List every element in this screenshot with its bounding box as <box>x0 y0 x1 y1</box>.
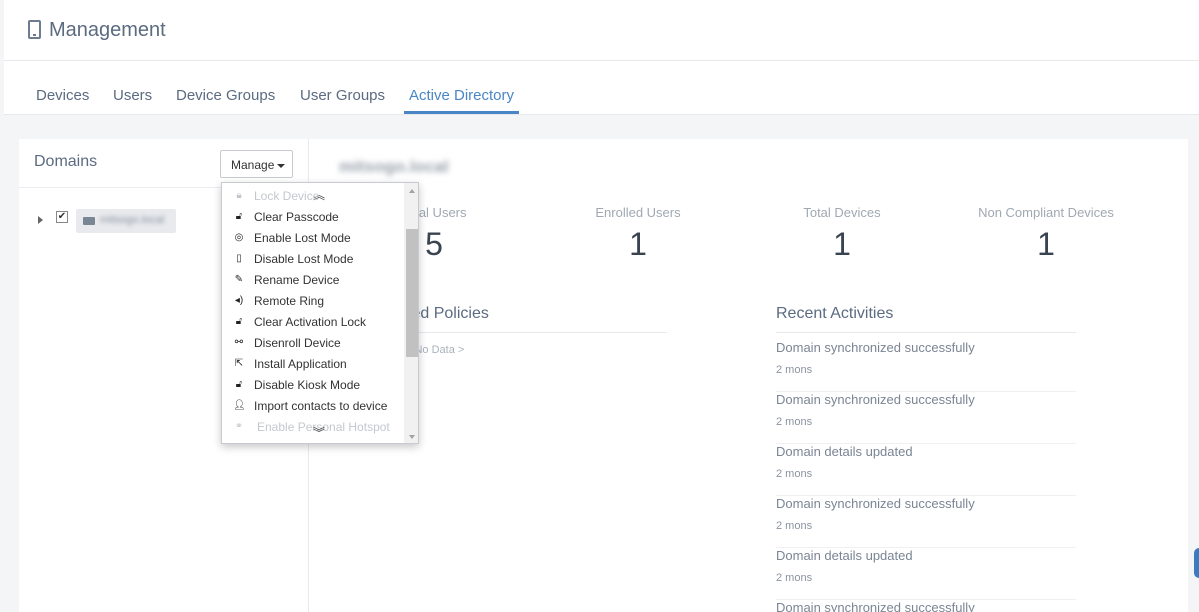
speaker-icon: ◂) <box>234 295 244 306</box>
lock-icon: 🔒︎ <box>236 190 242 201</box>
stat-value: 1 <box>1037 226 1055 262</box>
caret-down-icon <box>277 163 286 168</box>
tab-users[interactable]: Users <box>113 87 152 112</box>
stat-value: 1 <box>629 226 647 262</box>
stat-enrolled-users: Enrolled Users 1 <box>583 205 693 263</box>
share-icon: ⇱ <box>234 358 244 369</box>
menu-item-label: Disable Lost Mode <box>254 252 354 266</box>
menu-item-label: Remote Ring <box>254 294 325 308</box>
tab-bar: Devices Users Device Groups User Groups … <box>4 61 1199 115</box>
tab-active-directory[interactable]: Active Directory <box>404 87 520 114</box>
activity-time: 2 mons <box>776 416 813 428</box>
manage-button-label: Manage <box>231 158 275 172</box>
unlock-icon: 🔓︎ <box>235 316 243 327</box>
tab-user-groups[interactable]: User Groups <box>300 87 385 112</box>
menu-item-label: Clear Activation Lock <box>254 315 367 329</box>
activity-item: Domain synchronized successfully 2 mons <box>776 392 1076 444</box>
open-lock-icon: 🔓︎ <box>235 379 243 390</box>
activity-text: Domain details updated <box>776 548 913 563</box>
menu-item-rename-device[interactable]: ✎ Rename Device <box>222 270 404 291</box>
tree-expand-icon[interactable] <box>38 216 43 224</box>
activity-item: Domain synchronized successfully 2 mons <box>776 340 1076 392</box>
menu-item-label: Rename Device <box>254 273 340 287</box>
domain-name-heading: mitsogo.local <box>339 157 449 176</box>
menu-item-enable-lost-mode[interactable]: ◎ Enable Lost Mode <box>222 228 404 249</box>
menu-item-import-contacts[interactable]: 👤︎ Import contacts to device <box>222 396 404 417</box>
activity-item: Domain details updated 2 mons <box>776 444 1076 496</box>
domain-details-panel: mitsogo.local Total Users 5 Enrolled Use… <box>309 139 1188 612</box>
recent-activities-title: Recent Activities <box>776 305 894 322</box>
mobile-phone-icon <box>28 20 41 39</box>
double-chevron-down-icon[interactable]: ︾ <box>312 427 326 439</box>
scrollbar-thumb[interactable] <box>406 229 418 357</box>
stat-label: Total Devices <box>803 205 881 220</box>
activity-text: Domain synchronized successfully <box>776 600 975 612</box>
folder-icon <box>83 217 95 225</box>
manage-dropdown-menu: ︽ 🔒︎ Lock Device 🔓︎ Clear Passcode ◎ Ena… <box>221 182 419 444</box>
activity-time: 2 mons <box>776 520 813 532</box>
menu-item-label: Enable Lost Mode <box>254 231 351 245</box>
stat-non-compliant-devices: Non Compliant Devices 1 <box>971 205 1121 263</box>
activity-time: 2 mons <box>776 572 813 584</box>
activity-item: Domain synchronized successfully <box>776 600 1076 612</box>
stat-label: Enrolled Users <box>595 205 681 220</box>
activity-time: 2 mons <box>776 364 813 376</box>
activity-text: Domain details updated <box>776 444 913 459</box>
menu-item-label: Lock Device <box>254 189 320 203</box>
menu-item-label: Import contacts to device <box>254 399 388 413</box>
menu-item-disenroll-device[interactable]: ⚯ Disenroll Device <box>222 333 404 354</box>
pencil-icon: ✎ <box>234 274 244 285</box>
activity-item: Domain synchronized successfully 2 mons <box>776 496 1076 548</box>
tab-devices[interactable]: Devices <box>36 87 89 112</box>
tree-node-domain[interactable]: mitsogo.local <box>76 209 176 233</box>
target-icon: ◎ <box>234 232 244 243</box>
tree-node-checkbox[interactable]: ✔ <box>56 211 68 223</box>
page-header: Management <box>4 0 1199 61</box>
menu-item-clear-passcode[interactable]: 🔓︎ Clear Passcode <box>222 207 404 228</box>
stat-value: 1 <box>833 226 851 262</box>
menu-item-disable-lost-mode[interactable]: ▯ Disable Lost Mode <box>222 249 404 270</box>
tab-device-groups[interactable]: Device Groups <box>176 87 275 112</box>
menu-item-lock-device[interactable]: 🔒︎ Lock Device <box>222 186 404 207</box>
tree-node-label: mitsogo.local <box>100 214 165 226</box>
menu-item-label: Clear Passcode <box>254 210 339 224</box>
scroll-down-icon[interactable] <box>409 435 415 439</box>
activity-item: Domain details updated 2 mons <box>776 548 1076 600</box>
stat-label: Non Compliant Devices <box>978 205 1114 220</box>
menu-item-label: Disenroll Device <box>254 336 341 350</box>
menu-item-remote-ring[interactable]: ◂) Remote Ring <box>222 291 404 312</box>
activity-time: 2 mons <box>776 468 813 480</box>
dropdown-scrollbar[interactable] <box>404 183 418 443</box>
menu-item-label: Install Application <box>254 357 347 371</box>
menu-item-install-application[interactable]: ⇱ Install Application <box>222 354 404 375</box>
page-title: Management <box>49 19 166 41</box>
menu-item-label: Disable Kiosk Mode <box>254 378 361 392</box>
help-widget-tab[interactable] <box>1194 548 1199 578</box>
link-icon: ⚭ <box>234 421 244 432</box>
activity-text: Domain synchronized successfully <box>776 496 975 511</box>
domains-title: Domains <box>34 153 98 170</box>
scroll-up-icon[interactable] <box>409 189 415 193</box>
mobile-icon: ▯ <box>236 253 242 264</box>
broken-link-icon: ⚯ <box>234 337 244 348</box>
menu-item-clear-activation-lock[interactable]: 🔓︎ Clear Activation Lock <box>222 312 404 333</box>
unlock-icon: 🔓︎ <box>235 211 243 222</box>
activity-text: Domain synchronized successfully <box>776 340 975 355</box>
activity-text: Domain synchronized successfully <box>776 392 975 407</box>
divider <box>776 332 1076 333</box>
user-icon: 👤︎ <box>233 400 246 411</box>
menu-item-disable-kiosk-mode[interactable]: 🔓︎ Disable Kiosk Mode <box>222 375 404 396</box>
manage-button[interactable]: Manage <box>220 150 293 178</box>
stat-total-devices: Total Devices 1 <box>787 205 897 263</box>
